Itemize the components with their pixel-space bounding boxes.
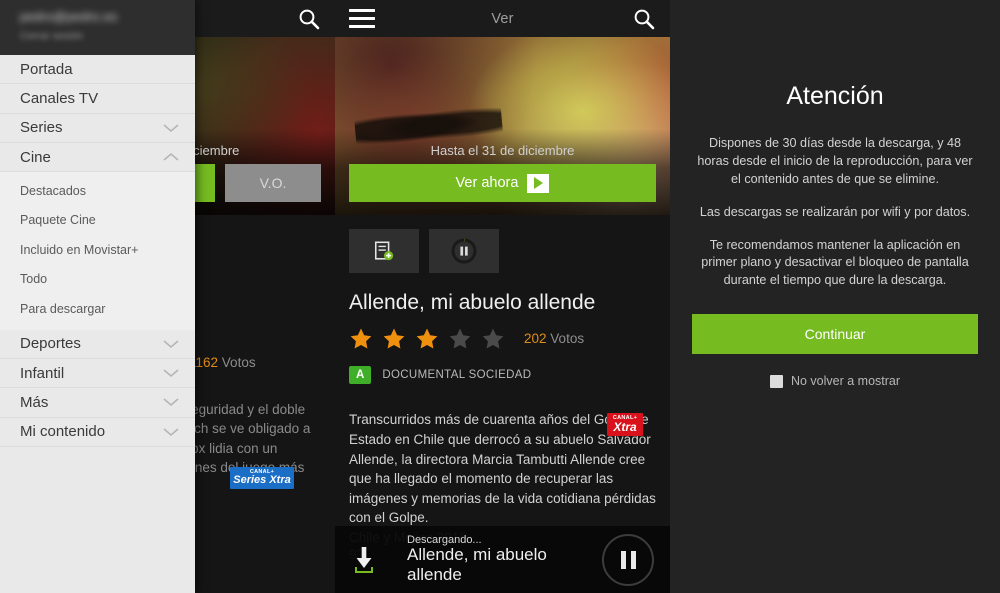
- sidebar-item-label: Deportes: [20, 335, 81, 353]
- sidebar-subitem-label: Incluido en Movistar+: [20, 242, 139, 257]
- chevron-down-icon: [163, 369, 179, 378]
- sidebar-subitem-label: Paquete Cine: [20, 213, 96, 228]
- availability-text-center: Hasta el 31 de diciembre: [430, 143, 575, 158]
- sidebar-item-mi-contenido[interactable]: Mi contenido: [0, 417, 195, 447]
- sidebar-subitem-label: Para descargar: [20, 301, 106, 316]
- sidebar-item-label: Cine: [20, 148, 51, 166]
- panel-left: Ver Hasta el 31 de diciembre Ver ahora V…: [0, 0, 335, 593]
- votes-count: 202: [524, 331, 547, 346]
- continue-button[interactable]: Continuar: [692, 314, 978, 355]
- sidebar-item-mas[interactable]: Más: [0, 388, 195, 418]
- sidebar-item-label: Más: [20, 393, 49, 411]
- account-email: pedro@pedro.es: [20, 10, 118, 24]
- star-icon-filled[interactable]: [349, 327, 373, 350]
- sidebar-subitem-label: Todo: [20, 272, 48, 287]
- sidebar-item-label: Mi contenido: [20, 423, 106, 441]
- download-arrow-icon: [355, 546, 373, 573]
- sidebar-item-deportes[interactable]: Deportes: [0, 329, 195, 359]
- sign-out-link[interactable]: Cerrar sesión: [20, 30, 175, 42]
- genre-row: A DOCUMENTAL SOCIEDAD: [349, 366, 656, 385]
- sidebar-item-portada[interactable]: Portada: [0, 55, 195, 85]
- watch-now-label: Ver ahora: [455, 175, 519, 191]
- chevron-down-icon: [163, 398, 179, 407]
- action-row-center: [349, 229, 656, 273]
- dialog-title: Atención: [786, 82, 884, 110]
- sidebar-item-cine[interactable]: Cine: [0, 142, 195, 173]
- genre-label: DOCUMENTAL SOCIEDAD: [382, 369, 532, 382]
- play-icon: [527, 173, 550, 193]
- sidebar-item-label: Portada: [20, 60, 73, 78]
- star-icon-filled[interactable]: [382, 327, 406, 350]
- app-screen: Ver Hasta el 31 de diciembre Ver ahora V…: [0, 0, 1000, 593]
- sidebar-item-series[interactable]: Series: [0, 113, 195, 143]
- drawer-empty-space: [0, 446, 195, 593]
- add-to-playlist-icon[interactable]: [349, 229, 419, 273]
- content-title-center: Allende, mi abuelo allende: [349, 291, 596, 314]
- download-pause-icon[interactable]: [429, 229, 499, 273]
- app-bar-title: Ver: [491, 10, 514, 27]
- cine-submenu: Destacados Paquete Cine Incluido en Movi…: [0, 172, 195, 330]
- votes-center: 202 Votos: [524, 331, 584, 346]
- dialog-paragraph-3: Te recomendamos mantener la aplicación e…: [701, 237, 969, 288]
- dialog-paragraph-1: Dispones de 30 días desde la descarga, y…: [697, 136, 973, 186]
- channel-logo-bottom: Xtra: [613, 420, 637, 434]
- sidebar-subitem-paquete-cine[interactable]: Paquete Cine: [0, 205, 195, 236]
- sidebar-item-label: Series: [20, 119, 63, 137]
- chevron-down-icon: [163, 428, 179, 436]
- vo-button[interactable]: V.O.: [225, 164, 321, 202]
- votes-label: Votos: [221, 354, 256, 370]
- panel-right-dialog: Atención Dispones de 30 días desde la de…: [670, 0, 1000, 593]
- sidebar-subitem-todo[interactable]: Todo: [0, 264, 195, 295]
- pause-icon[interactable]: [602, 533, 654, 586]
- drawer-account-section[interactable]: pedro@pedro.es Cerrar sesión: [0, 0, 195, 55]
- channel-logo-bottom: Series Xtra: [233, 474, 291, 486]
- download-title: Allende, mi abuelo allende: [407, 545, 547, 584]
- votes-left: 1162 Votos: [189, 355, 256, 370]
- sidebar-subitem-para-descargar[interactable]: Para descargar: [0, 294, 195, 324]
- star-icon-filled[interactable]: [415, 327, 439, 350]
- sidebar-item-label: Canales TV: [20, 89, 99, 107]
- sidebar-item-label: Infantil: [20, 364, 65, 382]
- star-icon-empty[interactable]: [448, 327, 472, 350]
- rating-row-center: 202 Votos: [349, 327, 656, 350]
- download-progress-bar[interactable]: Descargando... Allende, mi abuelo allend…: [335, 526, 670, 593]
- navigation-drawer: pedro@pedro.es Cerrar sesión Portada Can…: [0, 0, 195, 593]
- dont-show-again-checkbox[interactable]: [769, 374, 783, 388]
- search-icon[interactable]: [632, 7, 656, 31]
- app-bar-center: Ver: [335, 0, 670, 37]
- panel-center: Ver Hasta el 31 de diciembre Ver ahora A…: [335, 0, 670, 593]
- dont-show-again-row[interactable]: No volver a mostrar: [692, 374, 978, 388]
- sidebar-subitem-label: Destacados: [20, 183, 87, 198]
- channel-logo-canal-xtra: CANAL+ Xtra: [607, 413, 643, 436]
- download-texts: Descargando... Allende, mi abuelo allend…: [389, 534, 590, 585]
- sidebar-subitem-destacados[interactable]: Destacados: [0, 176, 195, 206]
- age-rating-badge: A: [349, 366, 372, 385]
- search-icon[interactable]: [297, 7, 321, 31]
- sidebar-item-infantil[interactable]: Infantil: [0, 358, 195, 389]
- channel-logo-series-xtra: CANAL+ Series Xtra: [230, 467, 294, 489]
- attention-dialog: Atención Dispones de 30 días desde la de…: [670, 82, 1000, 388]
- star-icon-empty[interactable]: [481, 327, 505, 350]
- hero-image-center: Hasta el 31 de diciembre Ver ahora: [335, 37, 670, 215]
- chevron-up-icon: [163, 152, 179, 161]
- watch-now-button-center[interactable]: Ver ahora: [349, 164, 656, 202]
- dialog-paragraph-2: Las descargas se realizarán por wifi y p…: [699, 204, 971, 219]
- chevron-down-icon: [163, 340, 179, 348]
- votes-label: Votos: [550, 331, 585, 346]
- chevron-down-icon: [163, 124, 179, 132]
- hamburger-menu-icon[interactable]: [349, 9, 375, 28]
- dont-show-again-label: No volver a mostrar: [790, 374, 901, 389]
- cta-row-center: Ver ahora: [349, 164, 656, 202]
- sidebar-subitem-incluido-movistar[interactable]: Incluido en Movistar+: [0, 235, 195, 265]
- sidebar-item-canales-tv[interactable]: Canales TV: [0, 84, 195, 114]
